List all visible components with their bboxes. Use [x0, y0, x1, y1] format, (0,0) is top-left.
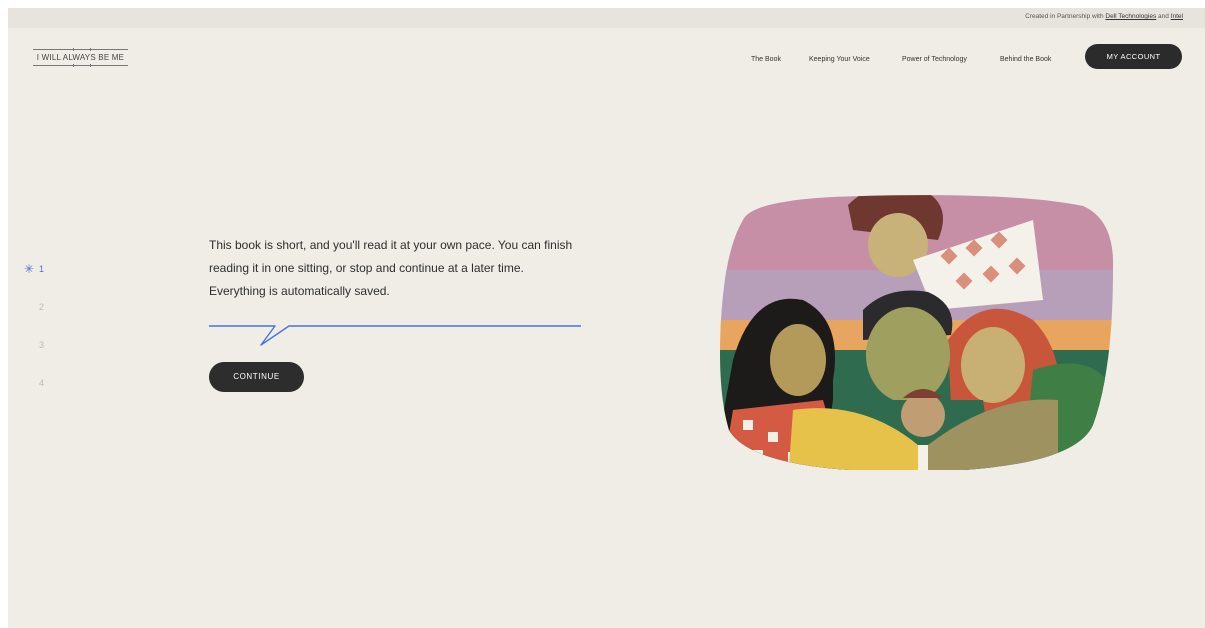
- speech-bubble-line-icon: [209, 325, 581, 346]
- family-reading-book-illustration: [720, 195, 1113, 470]
- nav-power-of-technology[interactable]: Power of Technology: [902, 56, 967, 63]
- page: Created in Partnership with Dell Technol…: [8, 8, 1205, 628]
- partnership-text: Created in Partnership with Dell Technol…: [1025, 13, 1183, 20]
- asterisk-icon: ✳: [24, 262, 35, 276]
- step-4[interactable]: 4: [39, 378, 79, 388]
- partnership-bar: Created in Partnership with Dell Technol…: [8, 8, 1205, 28]
- step-number: 1: [39, 264, 45, 274]
- dell-link[interactable]: Dell Technologies: [1105, 13, 1156, 20]
- intel-link[interactable]: Intel: [1171, 13, 1183, 20]
- intro-paragraph: This book is short, and you'll read it a…: [209, 238, 573, 298]
- nav-keeping-your-voice[interactable]: Keeping Your Voice: [809, 56, 870, 63]
- partner-and: and: [1158, 13, 1169, 20]
- logo-ornament-bottom: [73, 64, 91, 67]
- logo-text: I WILL ALWAYS BE ME: [36, 53, 125, 62]
- site-logo[interactable]: I WILL ALWAYS BE ME: [33, 48, 128, 68]
- logo-ornament-top: [73, 48, 91, 51]
- continue-button[interactable]: CONTINUE: [209, 362, 304, 392]
- nav-behind-the-book[interactable]: Behind the Book: [1000, 56, 1051, 63]
- partner-prefix: Created in Partnership with: [1025, 13, 1104, 20]
- my-account-button[interactable]: MY ACCOUNT: [1085, 44, 1182, 69]
- nav-the-book[interactable]: The Book: [751, 56, 781, 63]
- step-3[interactable]: 3: [39, 340, 79, 350]
- step-2[interactable]: 2: [39, 302, 79, 312]
